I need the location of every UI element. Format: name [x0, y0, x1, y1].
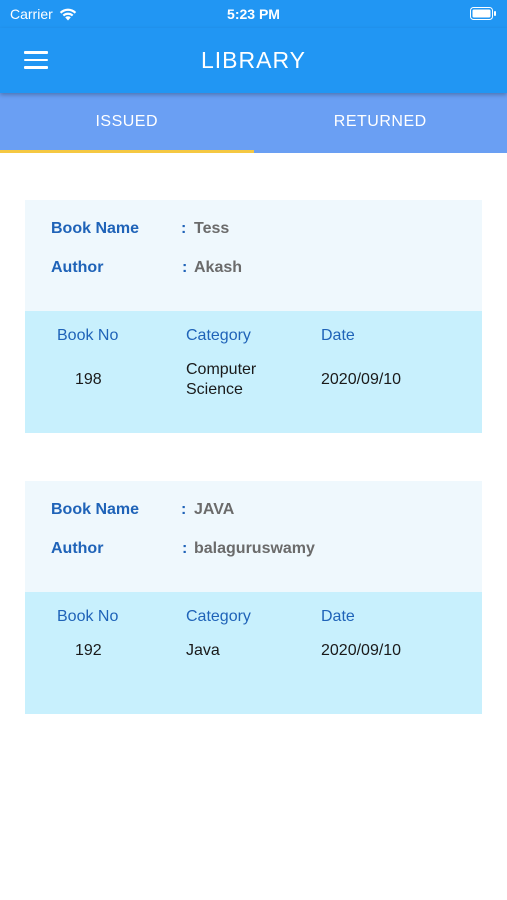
book-no-header: Book No [57, 327, 119, 344]
app-bar: LIBRARY [0, 28, 507, 93]
book-name-value: Tess [194, 220, 230, 237]
book-name-label: Book Name [51, 501, 140, 518]
category-value: Java [186, 642, 220, 659]
book-details: Book No Category Date 198 Computer Scien… [25, 311, 482, 433]
book-no-header: Book No [57, 608, 119, 625]
tab-issued[interactable]: ISSUED [0, 93, 254, 153]
book-info: Book Name : Tess Author : Akash [25, 200, 482, 311]
status-time: 5:23 PM [227, 6, 280, 22]
book-no-value: 192 [75, 642, 102, 659]
book-name-row: Book Name : JAVA [51, 501, 234, 519]
book-name-value: JAVA [194, 501, 235, 518]
page-title: LIBRARY [200, 47, 306, 73]
date-header: Date [321, 327, 355, 344]
tab-returned[interactable]: RETURNED [254, 93, 507, 153]
date-value: 2020/09/10 [321, 642, 402, 659]
author-row: Author : Akash [51, 259, 242, 277]
book-name-label: Book Name [51, 220, 140, 237]
battery-icon [470, 7, 496, 20]
book-no-value: 198 [75, 371, 102, 388]
author-value: Akash [194, 259, 243, 276]
book-card[interactable]: Book Name : Tess Author : Akash Book No … [25, 200, 482, 433]
book-name-colon: : [181, 220, 187, 237]
author-label: Author [51, 259, 104, 276]
status-bar: Carrier 5:23 PM [0, 0, 507, 28]
book-name-row: Book Name : Tess [51, 220, 229, 238]
book-details: Book No Category Date 192 Java 2020/09/1… [25, 592, 482, 714]
author-colon: : [182, 540, 188, 557]
tab-bar: ISSUED RETURNED [0, 93, 507, 153]
author-label: Author [51, 540, 104, 557]
author-colon: : [182, 259, 188, 276]
author-row: Author : balaguruswamy [51, 540, 315, 558]
category-value: Computer Science [186, 361, 257, 398]
author-value: balaguruswamy [194, 540, 315, 557]
book-card[interactable]: Book Name : JAVA Author : balaguruswamy … [25, 481, 482, 714]
date-value: 2020/09/10 [321, 371, 402, 388]
book-name-colon: : [181, 501, 187, 518]
category-header: Category [186, 327, 251, 344]
category-header: Category [186, 608, 251, 625]
book-info: Book Name : JAVA Author : balaguruswamy [25, 481, 482, 592]
date-header: Date [321, 608, 355, 625]
